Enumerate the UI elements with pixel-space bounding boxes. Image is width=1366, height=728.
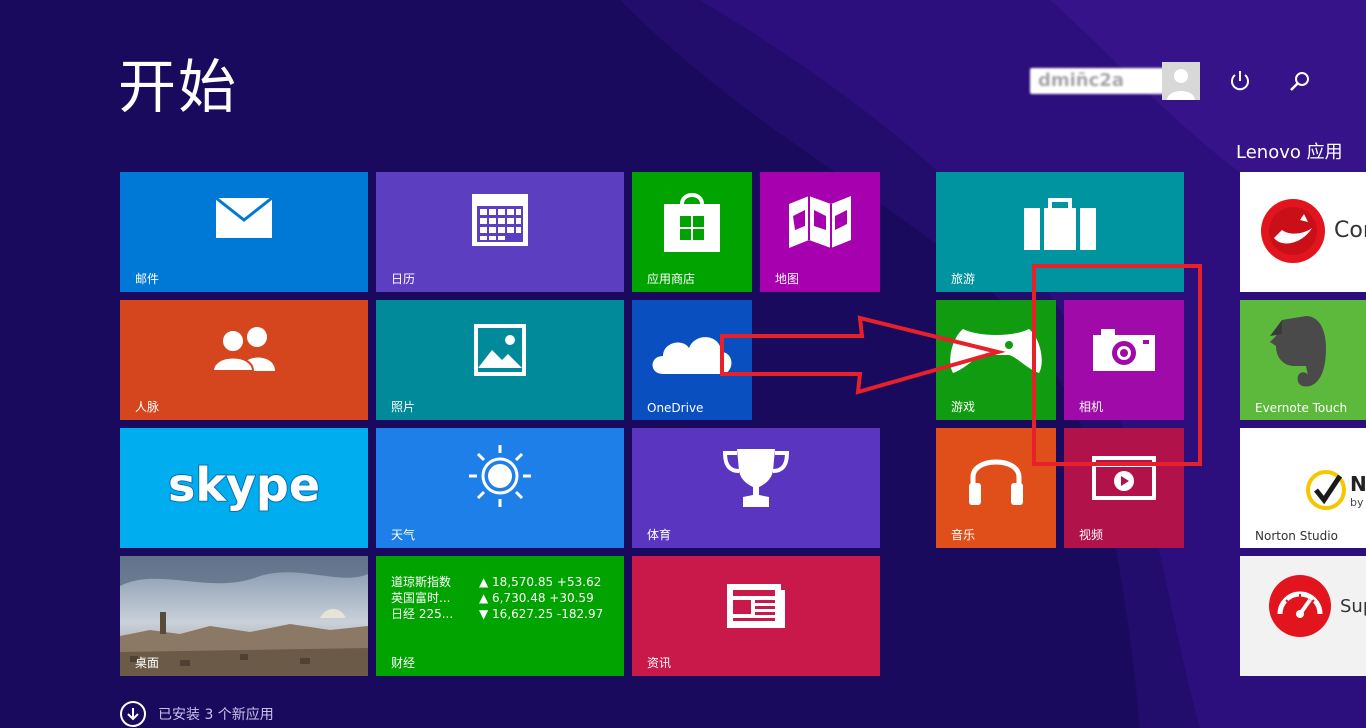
tile-photos[interactable]: 照片 [376, 300, 624, 420]
tile-label: 日历 [391, 272, 416, 286]
tile-label: 音乐 [951, 528, 976, 542]
finance-row: 道琼斯指数 ▲ 18,570.85 +53.62 [391, 575, 602, 589]
person-silhouette-icon [1162, 62, 1200, 100]
cloud-icon [632, 300, 752, 404]
mail-icon [120, 172, 368, 264]
tile-label: 相机 [1079, 400, 1104, 414]
calendar-icon [376, 172, 624, 268]
tile-calendar[interactable]: 日历 [376, 172, 624, 292]
tile-label: 邮件 [135, 272, 160, 286]
tile-support[interactable]: Sup [1240, 556, 1366, 676]
suitcase-icon [936, 172, 1184, 276]
sun-icon [376, 428, 624, 524]
skype-logo: skype [120, 428, 368, 548]
tile-evernote[interactable]: Evernote Touch [1240, 300, 1366, 420]
tile-skype[interactable]: skype [120, 428, 368, 548]
finance-row: 英国富时... ▲ 6,730.48 +30.59 [391, 591, 594, 605]
svg-text:skype: skype [169, 458, 319, 512]
tile-label: 天气 [391, 528, 416, 542]
tile-travel[interactable]: 旅游 [936, 172, 1184, 292]
new-apps-text: 已安装 3 个新应用 [158, 707, 274, 723]
lenovo-companion-icon [1260, 198, 1326, 268]
people-icon [120, 300, 368, 396]
camera-icon [1064, 300, 1184, 400]
tile-desktop[interactable]: 桌面 [120, 556, 368, 676]
tile-weather[interactable]: 天气 [376, 428, 624, 548]
tile-mail[interactable]: 邮件 [120, 172, 368, 292]
user-name-obscured: dmin̄c2a [1030, 68, 1166, 94]
down-arrow-circle-icon[interactable] [120, 701, 146, 727]
tile-finance[interactable]: 道琼斯指数 ▲ 18,570.85 +53.62 英国富时... ▲ 6,730.4… [376, 556, 624, 676]
tile-maps[interactable]: 地图 [760, 172, 880, 292]
finance-row: 日经 225... ▼ 16,627.25 -182.97 [391, 607, 604, 621]
tile-music[interactable]: 音乐 [936, 428, 1056, 548]
tile-games[interactable]: 游戏 [936, 300, 1056, 420]
tile-label: 地图 [775, 272, 800, 286]
partial-app-subtitle: by [1350, 496, 1364, 509]
partial-app-name: Sup [1340, 596, 1366, 617]
game-controller-icon [936, 300, 1056, 400]
video-play-icon [1064, 428, 1184, 528]
tile-label: 视频 [1079, 528, 1104, 542]
tile-label: 资讯 [647, 656, 672, 670]
trophy-icon [632, 428, 880, 528]
map-icon [760, 172, 880, 272]
tile-label: 财经 [391, 656, 416, 670]
user-account[interactable]: dmin̄c2a [1030, 62, 1200, 100]
tile-people[interactable]: 人脉 [120, 300, 368, 420]
group-label-lenovo[interactable]: Lenovo 应用 [1236, 138, 1366, 160]
tile-sports[interactable]: 体育 [632, 428, 880, 548]
partial-app-name: N [1350, 472, 1366, 496]
tile-news[interactable]: 资讯 [632, 556, 880, 676]
tile-label: 游戏 [951, 400, 976, 414]
tile-camera[interactable]: 相机 [1064, 300, 1184, 420]
finance-ticker: 道琼斯指数 ▲ 18,570.85 +53.62 英国富时... ▲ 6,730.4… [391, 574, 603, 622]
tile-video[interactable]: 视频 [1064, 428, 1184, 548]
photo-icon [376, 300, 624, 400]
tile-label: 应用商店 [647, 272, 696, 286]
tile-label: 桌面 [135, 656, 160, 670]
power-icon[interactable] [1223, 64, 1257, 98]
tile-onedrive[interactable]: OneDrive [632, 300, 752, 420]
tile-label: Evernote Touch [1255, 401, 1348, 415]
headphones-icon [936, 428, 1056, 528]
tile-label: 体育 [647, 528, 672, 542]
tile-label: OneDrive [647, 401, 704, 415]
store-bag-icon [632, 172, 752, 268]
tile-store[interactable]: 应用商店 [632, 172, 752, 292]
partial-app-name: Cor [1334, 218, 1366, 243]
tile-label: Norton Studio [1255, 529, 1338, 543]
speedometer-icon [1268, 574, 1332, 642]
tile-label: 照片 [391, 400, 416, 414]
tile-label: 旅游 [951, 272, 976, 286]
norton-check-icon [1306, 470, 1346, 514]
newspaper-icon [632, 556, 880, 656]
tile-label: 人脉 [135, 400, 160, 414]
start-title: 开始 [118, 53, 239, 121]
new-apps-notice[interactable]: 已安装 3 个新应用 [120, 700, 274, 728]
tile-norton[interactable]: N by Norton Studio [1240, 428, 1366, 548]
evernote-elephant-icon [1266, 314, 1332, 392]
search-icon[interactable] [1283, 64, 1317, 98]
tile-lenovo-companion[interactable]: Cor [1240, 172, 1366, 292]
